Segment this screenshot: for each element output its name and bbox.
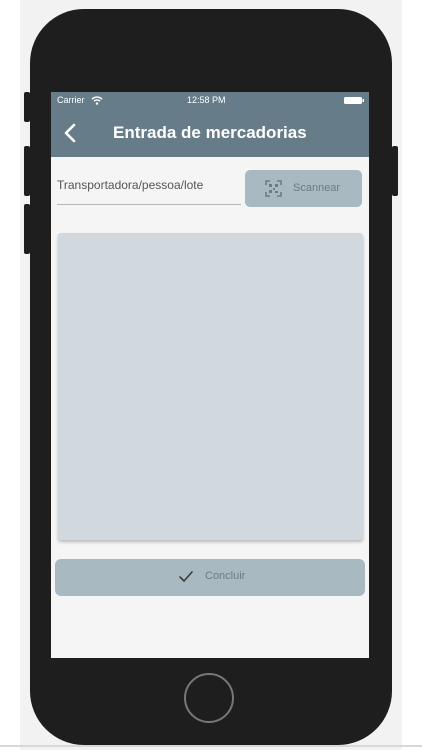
navigation-bar: Carrier 12:58 PM Entrada de mercadorias (51, 92, 369, 157)
home-button[interactable] (184, 673, 234, 723)
confirm-button-label: Concluir (205, 570, 246, 582)
content-panel (58, 233, 363, 540)
check-icon (179, 571, 193, 582)
scan-button[interactable]: Scannear (245, 170, 362, 207)
status-carrier: Carrier (57, 95, 85, 105)
scan-button-label: Scannear (293, 182, 341, 194)
confirm-button[interactable]: Concluir (55, 559, 365, 596)
page-title: Entrada de mercadorias (113, 123, 307, 142)
chevron-left-icon[interactable] (63, 123, 77, 143)
phone-power-button (392, 146, 398, 196)
app-screen: Carrier 12:58 PM Entrada de mercadorias … (51, 92, 369, 658)
wifi-icon (91, 96, 103, 105)
qr-scan-icon (265, 180, 282, 197)
battery-icon (344, 97, 364, 104)
status-time: 12:58 PM (187, 95, 226, 105)
bottom-divider (0, 745, 422, 747)
search-placeholder: Transportadora/pessoa/lote (57, 178, 204, 192)
search-input-underline (57, 204, 241, 205)
